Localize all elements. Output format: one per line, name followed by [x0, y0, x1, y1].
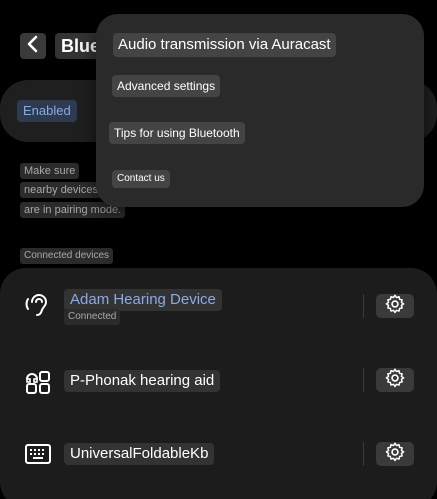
- device-name-keyboard[interactable]: UniversalFoldableKb: [64, 443, 215, 465]
- device-settings-button-phonak[interactable]: [376, 368, 414, 392]
- pairing-hint-line-2: nearby devices: [20, 182, 102, 198]
- back-button[interactable]: [20, 33, 46, 59]
- bluetooth-settings-screen: Blue Enabled Make sure nearby devices ar…: [0, 0, 437, 499]
- connected-devices-header: Connected devices: [20, 248, 114, 264]
- hearing-aid-icon: [22, 289, 54, 321]
- menu-item-bluetooth-tips[interactable]: Tips for using Bluetooth: [109, 122, 245, 144]
- device-name-phonak[interactable]: P-Phonak hearing aid: [64, 370, 221, 392]
- enabled-label: Enabled: [17, 100, 77, 122]
- back-arrow-icon: [25, 35, 41, 58]
- menu-item-contact-us[interactable]: Contact us: [112, 170, 170, 188]
- overflow-menu: Audio transmission via Auracast Advanced…: [96, 14, 424, 207]
- device-name-adam-hearing[interactable]: Adam Hearing Device: [64, 289, 222, 311]
- pairing-hint-line-1: Make sure: [20, 163, 80, 179]
- menu-item-auracast[interactable]: Audio transmission via Auracast: [113, 33, 336, 57]
- divider: [363, 294, 364, 318]
- device-settings-button-adam-hearing[interactable]: [376, 294, 414, 318]
- gear-icon: [384, 293, 406, 320]
- keyboard-icon: [22, 438, 54, 470]
- menu-item-advanced-settings[interactable]: Advanced settings: [112, 75, 221, 97]
- divider: [363, 442, 364, 466]
- devices-grid-icon: [22, 366, 54, 398]
- gear-icon: [384, 441, 406, 468]
- divider: [363, 368, 364, 392]
- device-status-adam-hearing: Connected: [64, 309, 121, 325]
- device-settings-button-keyboard[interactable]: [376, 442, 414, 466]
- gear-icon: [384, 367, 406, 394]
